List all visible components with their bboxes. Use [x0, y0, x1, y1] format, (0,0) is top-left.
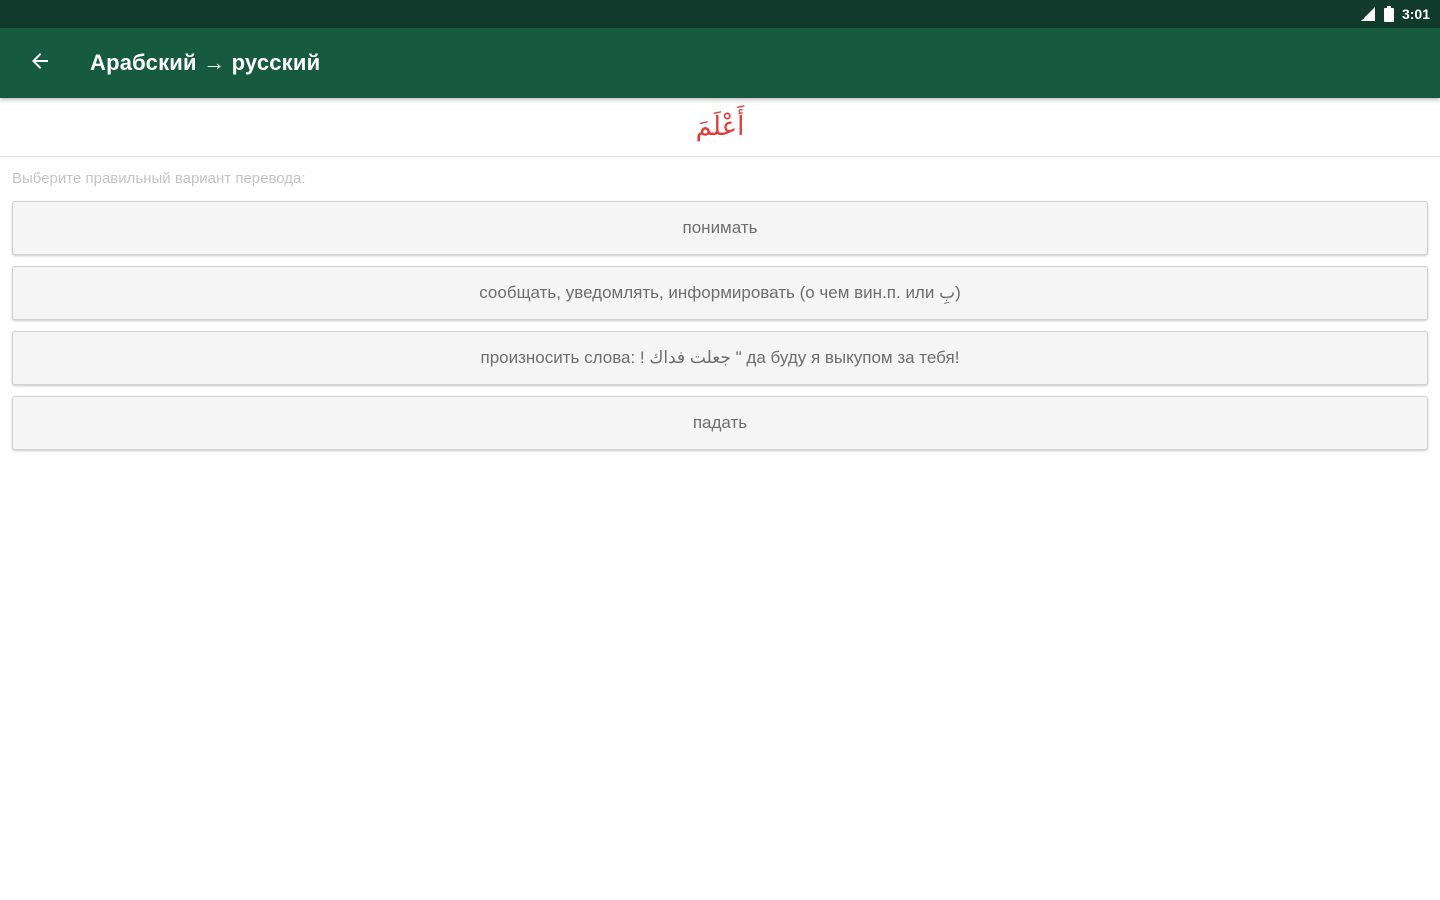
- arrow-back-icon: [28, 49, 52, 77]
- question-word: أَعْلَمَ: [695, 112, 745, 142]
- instruction-text: Выберите правильный вариант перевода:: [12, 170, 306, 187]
- status-time: 3:01: [1401, 6, 1430, 22]
- battery-icon: [1383, 6, 1394, 22]
- answer-option-3[interactable]: произносить слова: ! جعلت فداك " да буду…: [12, 331, 1428, 385]
- answer-option-4[interactable]: падать: [12, 396, 1428, 450]
- answer-option-1[interactable]: понимать: [12, 201, 1428, 255]
- signal-icon: [1360, 6, 1376, 22]
- back-button[interactable]: [14, 37, 66, 89]
- status-bar: 3:01: [0, 0, 1440, 28]
- answer-options: понимать сообщать, уведомлять, информиро…: [12, 201, 1428, 461]
- answer-option-2[interactable]: сообщать, уведомлять, информировать (о ч…: [12, 266, 1428, 320]
- word-panel: أَعْلَمَ: [0, 98, 1440, 157]
- page-title: Арабский → русский: [90, 50, 321, 75]
- app-bar: Арабский → русский: [0, 28, 1440, 98]
